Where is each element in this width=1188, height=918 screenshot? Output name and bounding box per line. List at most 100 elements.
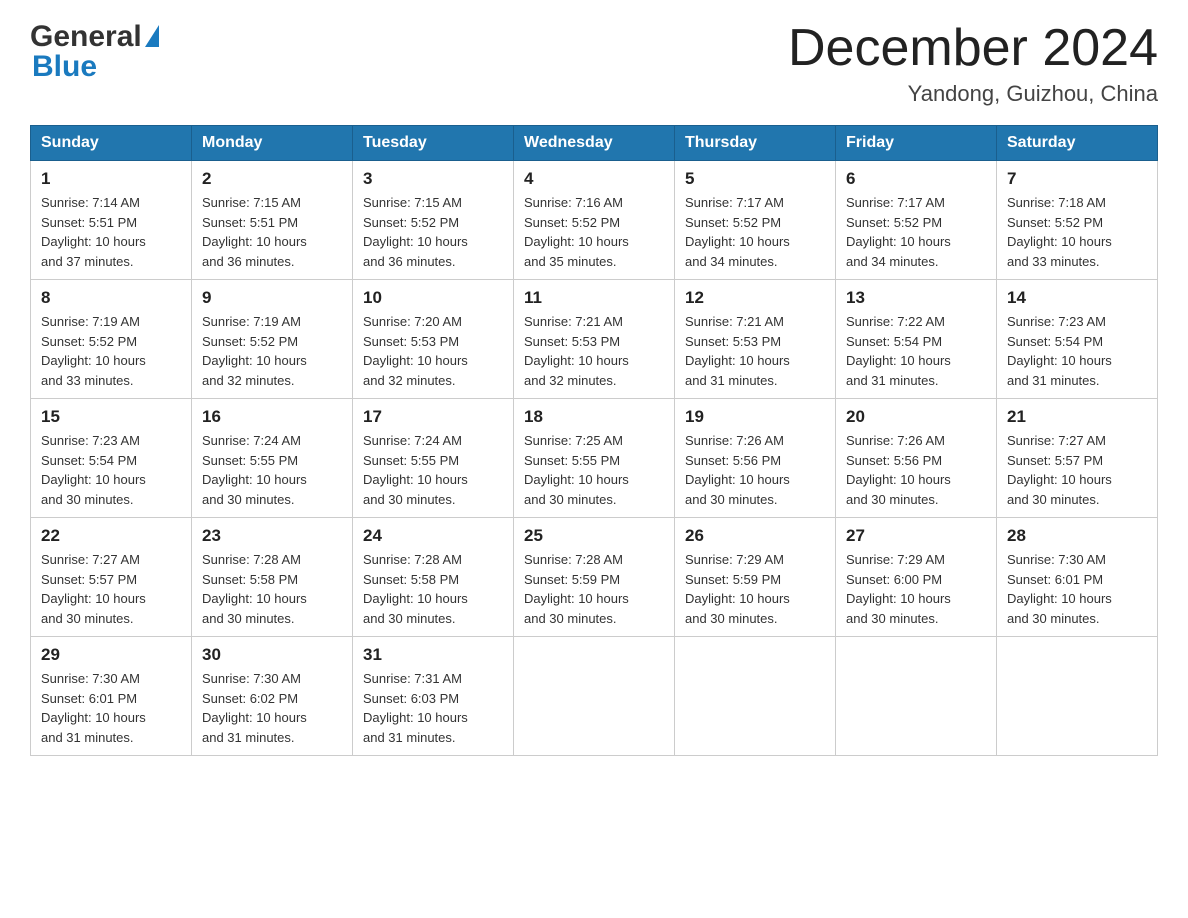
calendar-day-cell: 21 Sunrise: 7:27 AMSunset: 5:57 PMDayligh… [997, 399, 1158, 518]
calendar-week-row: 8Sunrise: 7:19 AMSunset: 5:52 PMDaylight… [31, 280, 1158, 399]
calendar-day-cell [675, 637, 836, 756]
day-number: 19 [685, 407, 825, 427]
day-number: 22 [41, 526, 181, 546]
day-info: Sunrise: 7:30 AMSunset: 6:01 PMDaylight:… [1007, 550, 1147, 628]
day-info: Sunrise: 7:17 AMSunset: 5:52 PMDaylight:… [685, 193, 825, 271]
calendar-day-cell: 10 Sunrise: 7:20 AMSunset: 5:53 PMDayligh… [353, 280, 514, 399]
day-info: Sunrise: 7:19 AMSunset: 5:52 PMDaylight:… [41, 312, 181, 390]
day-number: 10 [363, 288, 503, 308]
col-sunday: Sunday [31, 126, 192, 161]
day-info: Sunrise: 7:27 AMSunset: 5:57 PMDaylight:… [41, 550, 181, 628]
day-info: Sunrise: 7:25 AMSunset: 5:55 PMDaylight:… [524, 431, 664, 509]
calendar-day-cell: 14Sunrise: 7:23 AMSunset: 5:54 PMDayligh… [997, 280, 1158, 399]
col-thursday: Thursday [675, 126, 836, 161]
day-number: 21 [1007, 407, 1147, 427]
calendar-day-cell: 22 Sunrise: 7:27 AMSunset: 5:57 PMDayligh… [31, 518, 192, 637]
day-info: Sunrise: 7:15 AMSunset: 5:52 PMDaylight:… [363, 193, 503, 271]
day-info: Sunrise: 7:23 AMSunset: 5:54 PMDaylight:… [41, 431, 181, 509]
calendar-day-cell [836, 637, 997, 756]
calendar-day-cell: 12 Sunrise: 7:21 AMSunset: 5:53 PMDayligh… [675, 280, 836, 399]
day-info: Sunrise: 7:21 AMSunset: 5:53 PMDaylight:… [524, 312, 664, 390]
calendar-day-cell: 23 Sunrise: 7:28 AMSunset: 5:58 PMDayligh… [192, 518, 353, 637]
day-number: 1 [41, 169, 181, 189]
calendar-day-cell: 13 Sunrise: 7:22 AMSunset: 5:54 PMDayligh… [836, 280, 997, 399]
calendar-week-row: 29 Sunrise: 7:30 AMSunset: 6:01 PMDayligh… [31, 637, 1158, 756]
calendar-header-row: Sunday Monday Tuesday Wednesday Thursday… [31, 126, 1158, 161]
day-info: Sunrise: 7:16 AMSunset: 5:52 PMDaylight:… [524, 193, 664, 271]
logo-arrow-icon [145, 25, 159, 47]
day-info: Sunrise: 7:24 AMSunset: 5:55 PMDaylight:… [202, 431, 342, 509]
day-info: Sunrise: 7:28 AMSunset: 5:58 PMDaylight:… [202, 550, 342, 628]
calendar-day-cell [514, 637, 675, 756]
day-number: 13 [846, 288, 986, 308]
calendar-day-cell: 4 Sunrise: 7:16 AMSunset: 5:52 PMDaylight… [514, 161, 675, 280]
calendar-day-cell: 24Sunrise: 7:28 AMSunset: 5:58 PMDayligh… [353, 518, 514, 637]
col-tuesday: Tuesday [353, 126, 514, 161]
day-info: Sunrise: 7:28 AMSunset: 5:59 PMDaylight:… [524, 550, 664, 628]
logo-blue-text: Blue [30, 50, 159, 84]
day-number: 27 [846, 526, 986, 546]
day-info: Sunrise: 7:27 AMSunset: 5:57 PMDaylight:… [1007, 431, 1147, 509]
calendar-day-cell: 27 Sunrise: 7:29 AMSunset: 6:00 PMDayligh… [836, 518, 997, 637]
calendar-day-cell: 30Sunrise: 7:30 AMSunset: 6:02 PMDayligh… [192, 637, 353, 756]
calendar-day-cell: 2Sunrise: 7:15 AMSunset: 5:51 PMDaylight… [192, 161, 353, 280]
day-number: 23 [202, 526, 342, 546]
day-info: Sunrise: 7:30 AMSunset: 6:02 PMDaylight:… [202, 669, 342, 747]
day-number: 31 [363, 645, 503, 665]
day-number: 15 [41, 407, 181, 427]
calendar-table: Sunday Monday Tuesday Wednesday Thursday… [30, 125, 1158, 756]
day-number: 5 [685, 169, 825, 189]
day-number: 18 [524, 407, 664, 427]
calendar-day-cell: 18 Sunrise: 7:25 AMSunset: 5:55 PMDayligh… [514, 399, 675, 518]
day-number: 6 [846, 169, 986, 189]
day-number: 26 [685, 526, 825, 546]
day-info: Sunrise: 7:18 AMSunset: 5:52 PMDaylight:… [1007, 193, 1147, 271]
day-info: Sunrise: 7:29 AMSunset: 6:00 PMDaylight:… [846, 550, 986, 628]
day-number: 14 [1007, 288, 1147, 308]
day-info: Sunrise: 7:19 AMSunset: 5:52 PMDaylight:… [202, 312, 342, 390]
day-info: Sunrise: 7:17 AMSunset: 5:52 PMDaylight:… [846, 193, 986, 271]
day-info: Sunrise: 7:26 AMSunset: 5:56 PMDaylight:… [846, 431, 986, 509]
logo-general-text: General [30, 20, 142, 54]
day-info: Sunrise: 7:22 AMSunset: 5:54 PMDaylight:… [846, 312, 986, 390]
day-number: 7 [1007, 169, 1147, 189]
title-area: December 2024 Yandong, Guizhou, China [788, 20, 1158, 107]
calendar-week-row: 1 Sunrise: 7:14 AMSunset: 5:51 PMDaylight… [31, 161, 1158, 280]
day-info: Sunrise: 7:14 AMSunset: 5:51 PMDaylight:… [41, 193, 181, 271]
col-monday: Monday [192, 126, 353, 161]
calendar-day-cell: 1 Sunrise: 7:14 AMSunset: 5:51 PMDaylight… [31, 161, 192, 280]
location-title: Yandong, Guizhou, China [788, 81, 1158, 107]
day-number: 12 [685, 288, 825, 308]
day-number: 17 [363, 407, 503, 427]
month-title: December 2024 [788, 20, 1158, 77]
day-number: 11 [524, 288, 664, 308]
col-saturday: Saturday [997, 126, 1158, 161]
calendar-week-row: 15 Sunrise: 7:23 AMSunset: 5:54 PMDayligh… [31, 399, 1158, 518]
day-info: Sunrise: 7:26 AMSunset: 5:56 PMDaylight:… [685, 431, 825, 509]
calendar-day-cell: 25Sunrise: 7:28 AMSunset: 5:59 PMDayligh… [514, 518, 675, 637]
page-header: General Blue December 2024 Yandong, Guiz… [30, 20, 1158, 107]
calendar-day-cell: 8Sunrise: 7:19 AMSunset: 5:52 PMDaylight… [31, 280, 192, 399]
day-number: 24 [363, 526, 503, 546]
calendar-day-cell: 31Sunrise: 7:31 AMSunset: 6:03 PMDayligh… [353, 637, 514, 756]
calendar-day-cell: 19 Sunrise: 7:26 AMSunset: 5:56 PMDayligh… [675, 399, 836, 518]
day-number: 2 [202, 169, 342, 189]
day-info: Sunrise: 7:30 AMSunset: 6:01 PMDaylight:… [41, 669, 181, 747]
calendar-day-cell: 16Sunrise: 7:24 AMSunset: 5:55 PMDayligh… [192, 399, 353, 518]
col-friday: Friday [836, 126, 997, 161]
calendar-day-cell: 11 Sunrise: 7:21 AMSunset: 5:53 PMDayligh… [514, 280, 675, 399]
calendar-day-cell: 3Sunrise: 7:15 AMSunset: 5:52 PMDaylight… [353, 161, 514, 280]
calendar-day-cell [997, 637, 1158, 756]
day-number: 29 [41, 645, 181, 665]
day-number: 9 [202, 288, 342, 308]
calendar-day-cell: 15 Sunrise: 7:23 AMSunset: 5:54 PMDayligh… [31, 399, 192, 518]
day-number: 4 [524, 169, 664, 189]
calendar-week-row: 22 Sunrise: 7:27 AMSunset: 5:57 PMDayligh… [31, 518, 1158, 637]
day-info: Sunrise: 7:20 AMSunset: 5:53 PMDaylight:… [363, 312, 503, 390]
day-info: Sunrise: 7:24 AMSunset: 5:55 PMDaylight:… [363, 431, 503, 509]
day-number: 28 [1007, 526, 1147, 546]
calendar-day-cell: 6 Sunrise: 7:17 AMSunset: 5:52 PMDaylight… [836, 161, 997, 280]
day-info: Sunrise: 7:21 AMSunset: 5:53 PMDaylight:… [685, 312, 825, 390]
day-info: Sunrise: 7:29 AMSunset: 5:59 PMDaylight:… [685, 550, 825, 628]
logo: General Blue [30, 20, 159, 84]
